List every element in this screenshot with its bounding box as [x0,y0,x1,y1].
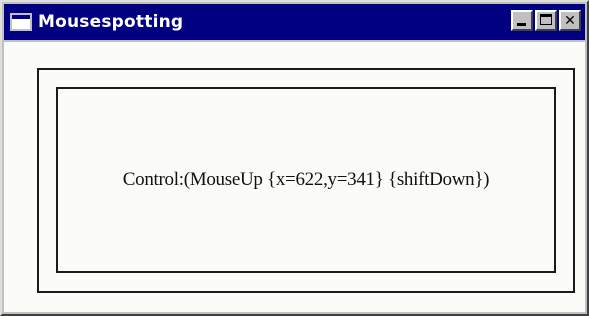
close-icon: ✕ [564,12,576,29]
title-bar[interactable]: Mousespotting ✕ [4,4,585,40]
mouse-event-readout: Control:(MouseUp {x=622,y=341} {shiftDow… [122,169,490,190]
maximize-icon [540,14,552,25]
mousespotting-window: Mousespotting ✕ Control:(MouseUp {x=622,… [0,0,589,316]
minimize-icon [517,23,526,26]
minimize-button[interactable] [511,10,533,31]
window-app-icon[interactable] [10,13,32,31]
mouse-tracking-area[interactable]: Control:(MouseUp {x=622,y=341} {shiftDow… [56,87,556,273]
close-button[interactable]: ✕ [559,10,581,31]
window-title: Mousespotting [38,12,184,32]
maximize-button[interactable] [535,10,557,31]
caption-buttons: ✕ [511,10,581,31]
outer-frame: Control:(MouseUp {x=622,y=341} {shiftDow… [37,68,575,293]
client-area: Control:(MouseUp {x=622,y=341} {shiftDow… [4,42,585,312]
